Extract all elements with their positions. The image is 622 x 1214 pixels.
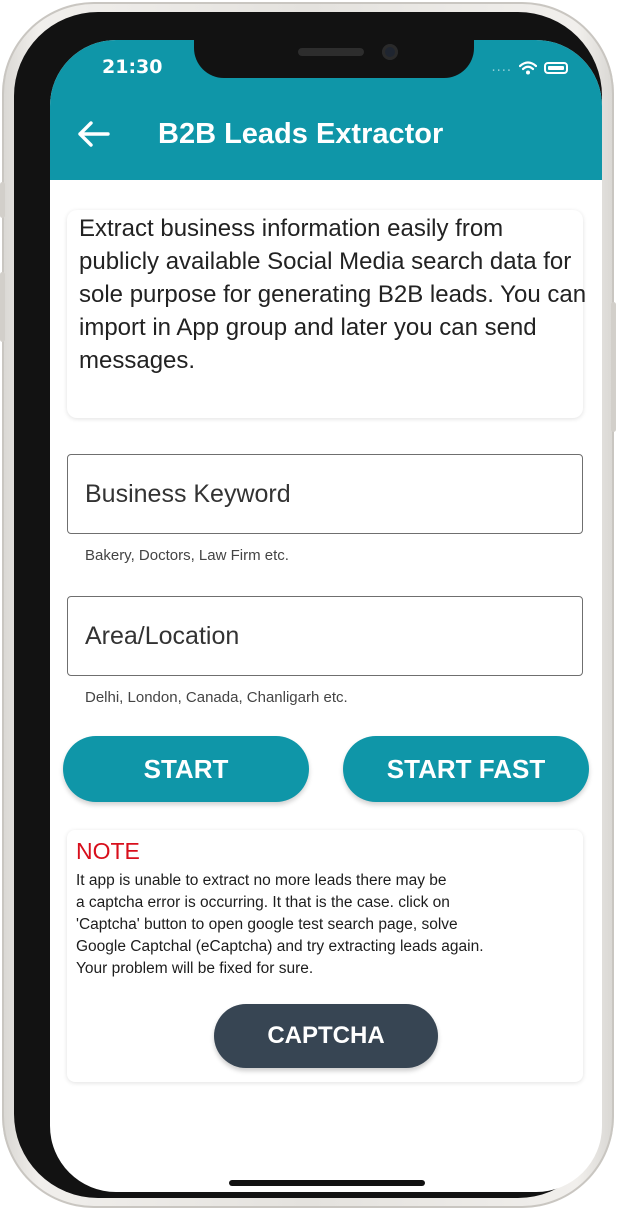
business-keyword-input[interactable]: Business Keyword	[67, 454, 583, 534]
note-line: It app is unable to extract no more lead…	[76, 872, 447, 889]
business-keyword-helper: Bakery, Doctors, Law Firm etc.	[85, 547, 289, 564]
area-location-helper: Delhi, London, Canada, Chanligarh etc.	[85, 689, 348, 706]
home-indicator[interactable]	[229, 1180, 425, 1186]
note-line: a captcha error is occurring. It that is…	[76, 894, 450, 911]
app-screen: 21:30 .... B2B Leads Extractor Extract b…	[50, 40, 602, 1192]
app-header: 21:30 .... B2B Leads Extractor	[50, 40, 602, 180]
front-camera	[382, 44, 398, 60]
business-keyword-label: Business Keyword	[85, 480, 291, 508]
intro-text: Extract business information easily from…	[79, 215, 587, 374]
side-button	[0, 182, 5, 218]
note-body: It app is unable to extract no more lead…	[76, 870, 576, 980]
note-line: 'Captcha' button to open google test sea…	[76, 916, 458, 933]
arrow-left-icon[interactable]	[76, 120, 110, 148]
note-title: NOTE	[76, 838, 140, 864]
start-button[interactable]: START	[63, 736, 309, 802]
status-time: 21:30	[102, 56, 163, 78]
area-location-input[interactable]: Area/Location	[67, 596, 583, 676]
note-line: Your problem will be fixed for sure.	[76, 960, 314, 977]
side-button	[0, 272, 5, 342]
note-card: NOTE It app is unable to extract no more…	[67, 830, 583, 1082]
area-location-label: Area/Location	[85, 622, 240, 650]
speaker	[298, 48, 364, 56]
page-title: B2B Leads Extractor	[158, 118, 444, 150]
captcha-button[interactable]: CAPTCHA	[214, 1004, 438, 1068]
note-line: Google Captchal (eCaptcha) and try extra…	[76, 938, 484, 955]
wifi-icon	[519, 60, 537, 74]
intro-card: Extract business information easily from…	[67, 210, 586, 418]
battery-icon	[544, 61, 568, 74]
notch	[194, 40, 474, 78]
phone-bezel: 21:30 .... B2B Leads Extractor Extract b…	[14, 12, 602, 1198]
start-fast-button[interactable]: START FAST	[343, 736, 589, 802]
signal-icon: ....	[491, 60, 512, 75]
status-icons: ....	[491, 60, 568, 75]
side-button	[611, 302, 616, 432]
